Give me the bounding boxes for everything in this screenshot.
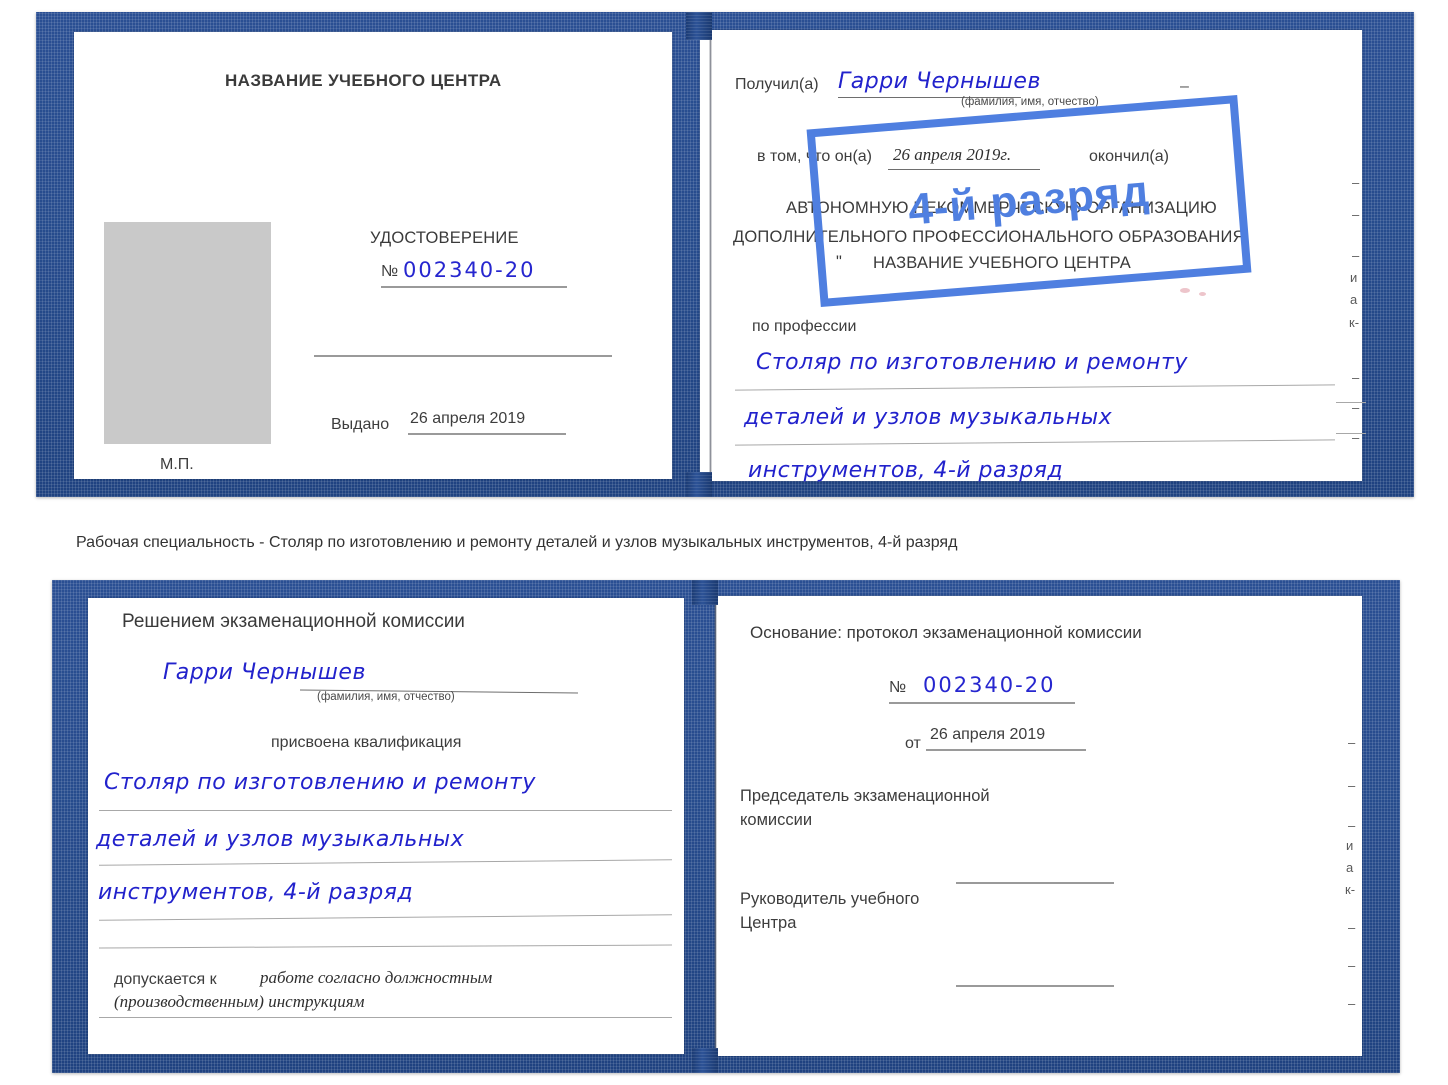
top-right-profession-line3: инструментов, 4-й разряд [748, 458, 1064, 483]
top-edge-mark-5: к- [1349, 315, 1360, 330]
top-edge-mark-1: – [1352, 207, 1360, 222]
top-left-blank-rule [314, 355, 612, 357]
certificate-scan-page: { "document": { "type": "Russian vocatio… [0, 0, 1448, 1085]
bottom-right-chairman-line1: Председатель экзаменационной [740, 787, 990, 805]
bottom-edge-mark-7: – [1348, 958, 1356, 973]
bottom-right-head-line2: Центра [740, 914, 797, 932]
bottom-right-chairman-sign-rule [956, 882, 1114, 884]
bottom-spine-band-lower [692, 1048, 718, 1073]
caption-text: Рабочая специальность - Столяр по изгото… [76, 534, 958, 551]
rank-stamp-text: 4-й разряд [906, 166, 1152, 235]
bottom-left-admitted-rule [99, 1017, 672, 1019]
bottom-left-admitted-value-2: (производственным) инструкциям [114, 992, 365, 1011]
bottom-right-number-value: 002340-20 [923, 673, 1056, 697]
bottom-edge-mark-2: – [1348, 818, 1356, 833]
top-left-center-title: НАЗВАНИЕ УЧЕБНОГО ЦЕНТРА [225, 71, 502, 90]
bottom-edge-mark-6: – [1348, 920, 1356, 935]
stray-speck-a [1180, 288, 1190, 293]
bottom-right-head-line1: Руководитель учебного [740, 890, 920, 908]
bottom-left-qual-line3: инструментов, 4-й разряд [98, 880, 414, 905]
top-right-dash-1: – [1180, 78, 1189, 95]
rank-stamp: 4-й разряд [806, 94, 1252, 308]
bottom-left-qual-line2: деталей и узлов музыкальных [96, 827, 465, 852]
top-edge-mark-0: – [1352, 175, 1360, 190]
bottom-edge-mark-1: – [1348, 778, 1356, 793]
top-left-seal-label: М.П. [160, 456, 194, 473]
top-edge-mark-8: – [1352, 430, 1360, 445]
top-left-number-value: 002340-20 [403, 258, 536, 282]
top-spine-band-lower [686, 472, 712, 497]
bottom-left-qual-rule-1 [99, 810, 672, 812]
bottom-left-fio-hint: (фамилия, имя, отчество) [317, 691, 455, 703]
top-left-number-rule [381, 286, 567, 288]
top-edge-mark-6: – [1352, 370, 1360, 385]
top-edge-mark-2: – [1352, 248, 1360, 263]
bottom-right-from-rule [926, 749, 1086, 751]
bottom-edge-mark-5: к- [1345, 882, 1356, 897]
bottom-right-from-label: от [905, 735, 921, 752]
bottom-right-basis-label: Основание: протокол экзаменационной коми… [750, 623, 1142, 642]
top-right-profession-label: по профессии [752, 318, 857, 335]
bottom-edge-mark-3: и [1346, 838, 1354, 853]
top-spine [709, 34, 712, 481]
bottom-edge-mark-8: – [1348, 996, 1356, 1011]
bottom-spine-band-upper [692, 580, 718, 605]
top-left-issued-rule [408, 433, 566, 435]
bottom-edge-mark-0: – [1348, 735, 1356, 750]
top-edge-mark-3: и [1350, 270, 1358, 285]
top-edge-rule-1 [1336, 402, 1366, 404]
bottom-right-page [716, 596, 1362, 1056]
bottom-left-admitted-value-1: работе согласно должностным [260, 968, 493, 987]
top-right-profession-line2: деталей и узлов музыкальных [744, 405, 1113, 430]
top-left-issued-value: 26 апреля 2019 [410, 410, 526, 427]
top-right-received-label: Получил(а) [735, 76, 819, 93]
bottom-right-head-sign-rule [956, 985, 1114, 987]
bottom-left-heading: Решением экзаменационной комиссии [122, 611, 465, 632]
top-edge-rule-2 [1336, 433, 1366, 435]
bottom-right-from-value: 26 апреля 2019 [930, 726, 1046, 743]
bottom-left-admitted-label: допускается к [114, 971, 217, 988]
top-left-number-label: № [381, 263, 399, 280]
top-right-received-value: Гарри Чернышев [838, 69, 1041, 94]
top-spine-band-upper [686, 12, 712, 40]
top-left-document-word: УДОСТОВЕРЕНИЕ [370, 229, 519, 247]
bottom-right-number-rule [889, 702, 1075, 704]
bottom-left-name-value: Гарри Чернышев [163, 660, 366, 685]
bottom-right-chairman-line2: комиссии [740, 811, 813, 829]
top-right-profession-line1: Столяр по изготовлению и ремонту [756, 350, 1188, 375]
photo-placeholder [104, 222, 271, 444]
bottom-left-qual-line1: Столяр по изготовлению и ремонту [104, 770, 536, 795]
top-edge-mark-4: а [1350, 292, 1358, 307]
bottom-spine [714, 600, 717, 1056]
bottom-edge-mark-4: а [1346, 860, 1354, 875]
bottom-left-assigned-label: присвоена квалификация [271, 734, 462, 751]
stray-speck-b [1199, 292, 1206, 296]
bottom-right-number-label: № [889, 679, 907, 696]
top-left-issued-label: Выдано [331, 416, 390, 433]
